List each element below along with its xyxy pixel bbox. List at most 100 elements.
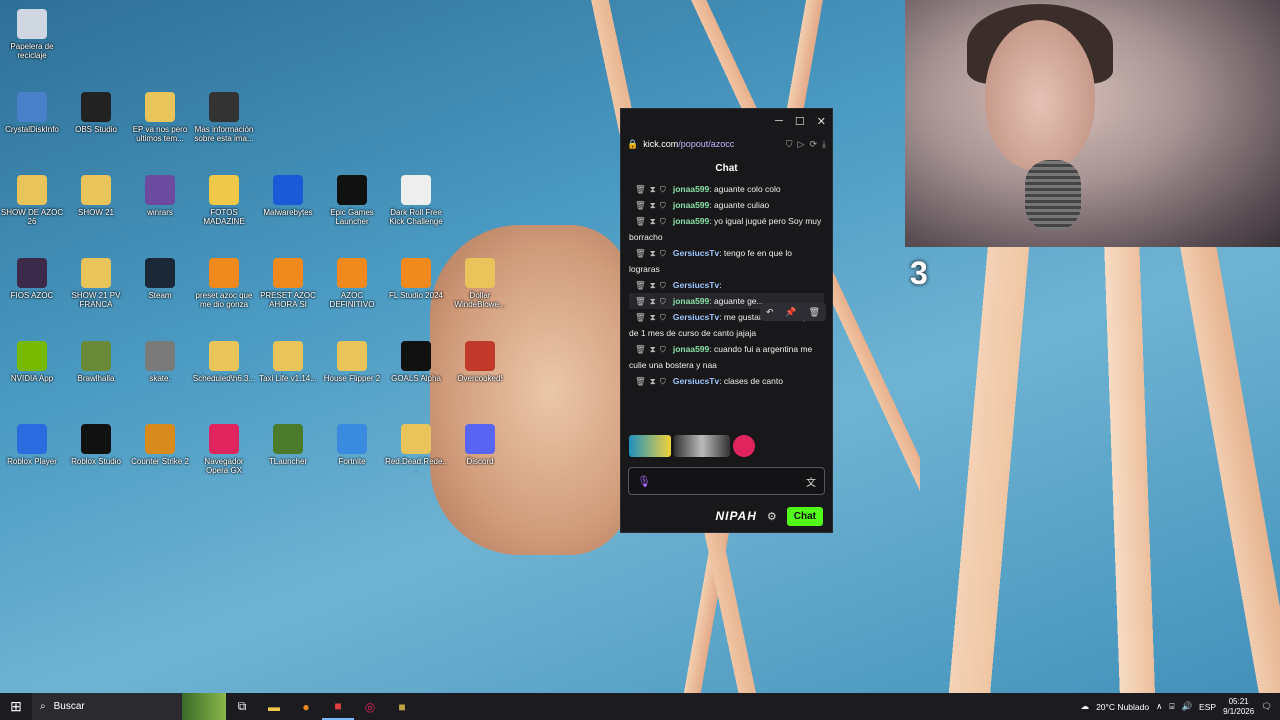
desktop-icon[interactable]: NVIDIA App — [0, 337, 64, 419]
extensions-icon[interactable]: ⟳ — [809, 139, 817, 150]
chat-message[interactable]: 🗑⧗⛉ jonaa599: yo igual jugué pero Soy muy… — [629, 213, 824, 245]
send-chat-button[interactable]: Chat — [786, 506, 823, 526]
address-bar[interactable]: 🔒 kick.com/popout/azocc ⛉ ▷ ⟳ ⤓ — [621, 133, 832, 155]
chat-message[interactable]: 🗑⧗⛉ GersiucsTv: clases de canto — [629, 373, 824, 389]
moderation-badges-icon[interactable]: 🗑⧗⛉ — [635, 280, 670, 290]
chat-input-box[interactable]: 🎙 文 — [628, 467, 825, 495]
desktop-icon[interactable]: Overcooked! — [448, 337, 512, 419]
desktop-icon[interactable]: Papelera de reciclaje — [0, 5, 64, 87]
chat-username[interactable]: jonaa599 — [673, 200, 709, 210]
desktop-icon[interactable]: Roblox Studio — [64, 420, 128, 502]
url-text[interactable]: kick.com/popout/azocc — [643, 139, 781, 149]
moderation-badges-icon[interactable]: 🗑⧗⛉ — [635, 248, 670, 258]
desktop-icon[interactable]: Dark Roll Free Kick Challenge — [384, 171, 448, 253]
desktop-icon[interactable]: Mas información sobre esta ima... — [192, 88, 256, 170]
emote-car[interactable] — [629, 435, 671, 457]
moderation-badges-icon[interactable]: 🗑⧗⛉ — [635, 216, 670, 226]
chat-message-input[interactable] — [656, 476, 800, 486]
chat-username[interactable]: GersiucsTv — [673, 248, 719, 258]
desktop-icon[interactable]: Fortnite — [320, 420, 384, 502]
translate-icon[interactable]: 文 — [806, 474, 816, 489]
desktop-icon[interactable]: FL Studio 2024 — [384, 254, 448, 336]
chat-username[interactable]: jonaa599 — [673, 296, 709, 306]
shield-icon[interactable]: ⛉ — [786, 139, 793, 150]
desktop-icon[interactable]: Discord — [448, 420, 512, 502]
moderation-badges-icon[interactable]: 🗑⧗⛉ — [635, 376, 670, 386]
moderation-badges-icon[interactable]: 🗑⧗⛉ — [635, 184, 670, 194]
chat-message[interactable]: 🗑⧗⛉ GersiucsTv: — [629, 277, 824, 293]
notifications-icon[interactable]: 🗨 — [1261, 701, 1272, 712]
file-explorer-icon[interactable]: ▬ — [258, 693, 290, 720]
chat-username[interactable]: jonaa599 — [673, 216, 709, 226]
desktop-icon[interactable]: GOALS Alpha — [384, 337, 448, 419]
fl-studio-taskbar-icon[interactable]: ● — [290, 693, 322, 720]
chat-username[interactable]: GersiucsTv — [673, 312, 719, 322]
desktop-icon[interactable]: OBS Studio — [64, 88, 128, 170]
chat-username[interactable]: jonaa599 — [673, 344, 709, 354]
tray-expand-icon[interactable]: ∧ — [1156, 701, 1162, 712]
desktop-icon[interactable]: SHOW DE AZOC 26 — [0, 171, 64, 253]
minecraft-taskbar-icon[interactable]: ■ — [386, 693, 418, 720]
chat-username[interactable]: GersiucsTv — [673, 280, 719, 290]
desktop-icon[interactable]: CrystalDiskInfo — [0, 88, 64, 170]
widget-thumbnail[interactable] — [182, 693, 226, 720]
obs-taskbar-icon[interactable]: ■ — [322, 693, 354, 720]
desktop-icon[interactable]: PRESET AZOC AHORA SI — [256, 254, 320, 336]
network-icon[interactable]: ⌸ — [1169, 701, 1174, 712]
task-view-icon[interactable]: ⧉ — [226, 693, 258, 720]
desktop-icon[interactable]: Taxi Life v1.14... — [256, 337, 320, 419]
chat-message[interactable]: 🗑⧗⛉ jonaa599: aguante culiao — [629, 197, 824, 213]
gear-icon[interactable]: ⚙ — [767, 510, 777, 523]
desktop-icon[interactable]: Roblox Player — [0, 420, 64, 502]
desktop-icon[interactable]: Navegador Opera GX — [192, 420, 256, 502]
desktop-icon[interactable]: House Flipper 2 — [320, 337, 384, 419]
desktop-icon[interactable]: SHOW 21 PV FRANCA — [64, 254, 128, 336]
download-icon[interactable]: ⤓ — [822, 139, 826, 150]
weather-text[interactable]: 20°C Nublado — [1096, 702, 1149, 712]
desktop-icon[interactable]: Malwarebytes — [256, 171, 320, 253]
desktop-icon[interactable]: Dollar WindeBlowe... — [448, 254, 512, 336]
desktop-icon[interactable]: Epic Games Launcher — [320, 171, 384, 253]
volume-icon[interactable]: 🔊 — [1181, 701, 1192, 712]
chat-username[interactable]: GersiucsTv — [673, 376, 719, 386]
start-button[interactable]: ⊞ — [0, 693, 32, 720]
minimize-icon[interactable]: ─ — [775, 115, 783, 127]
moderation-badges-icon[interactable]: 🗑⧗⛉ — [635, 296, 670, 306]
folder-zip-icon — [81, 258, 111, 288]
play-icon[interactable]: ▷ — [798, 139, 805, 150]
moderation-badges-icon[interactable]: 🗑⧗⛉ — [635, 200, 670, 210]
pin-icon[interactable]: 📌 — [785, 307, 796, 318]
desktop-icon[interactable]: SHOW 21 — [64, 171, 128, 253]
language-indicator[interactable]: ESP — [1199, 702, 1216, 712]
desktop-icon[interactable]: Red.Dead.Rede... — [384, 420, 448, 502]
desktop-icon[interactable]: FIOS AZOC — [0, 254, 64, 336]
desktop-icon[interactable]: skate. — [128, 337, 192, 419]
desktop-icon[interactable]: Steam — [128, 254, 192, 336]
microphone-icon[interactable]: 🎙 — [637, 475, 651, 488]
chat-message[interactable]: 🗑⧗⛉ jonaa599: aguante colo colo — [629, 181, 824, 197]
moderation-badges-icon[interactable]: 🗑⧗⛉ — [635, 312, 670, 322]
desktop-icon[interactable]: Counter Strike 2 — [128, 420, 192, 502]
chat-username[interactable]: jonaa599 — [673, 184, 709, 194]
taskbar-search[interactable]: ⌕ Buscar — [32, 693, 182, 720]
delete-icon[interactable]: 🗑 — [809, 307, 820, 318]
moderation-badges-icon[interactable]: 🗑⧗⛉ — [635, 344, 670, 354]
emote-heart[interactable] — [733, 435, 755, 457]
desktop-icon[interactable]: EP va nos pero ultimos tem... — [128, 88, 192, 170]
desktop-icon[interactable]: Brawlhalla — [64, 337, 128, 419]
maximize-icon[interactable]: ☐ — [795, 115, 805, 128]
reply-icon[interactable]: ↶ — [766, 307, 774, 318]
desktop-icon[interactable]: TLauncher — [256, 420, 320, 502]
chat-message[interactable]: 🗑⧗⛉ jonaa599: cuando fui a argentina me c… — [629, 341, 824, 373]
opera-gx-taskbar-icon[interactable]: ◎ — [354, 693, 386, 720]
desktop-icon[interactable]: FOTOS MADAZINE — [192, 171, 256, 253]
desktop-icon[interactable]: Scheduled\h6.3... — [192, 337, 256, 419]
close-icon[interactable]: ✕ — [817, 115, 826, 128]
clock[interactable]: 05:21 9/1/2026 — [1223, 697, 1254, 717]
chat-message[interactable]: 🗑⧗⛉ GersiucsTv: tengo fe en que lo lograr… — [629, 245, 824, 277]
desktop-icon[interactable]: preset azoc que me dio gonza — [192, 254, 256, 336]
emote-face[interactable] — [674, 435, 730, 457]
desktop-icon[interactable]: AZOC DEFINITIVO — [320, 254, 384, 336]
desktop-icon[interactable]: winrars — [128, 171, 192, 253]
desktop-icon-label: GOALS Alpha — [391, 374, 441, 383]
